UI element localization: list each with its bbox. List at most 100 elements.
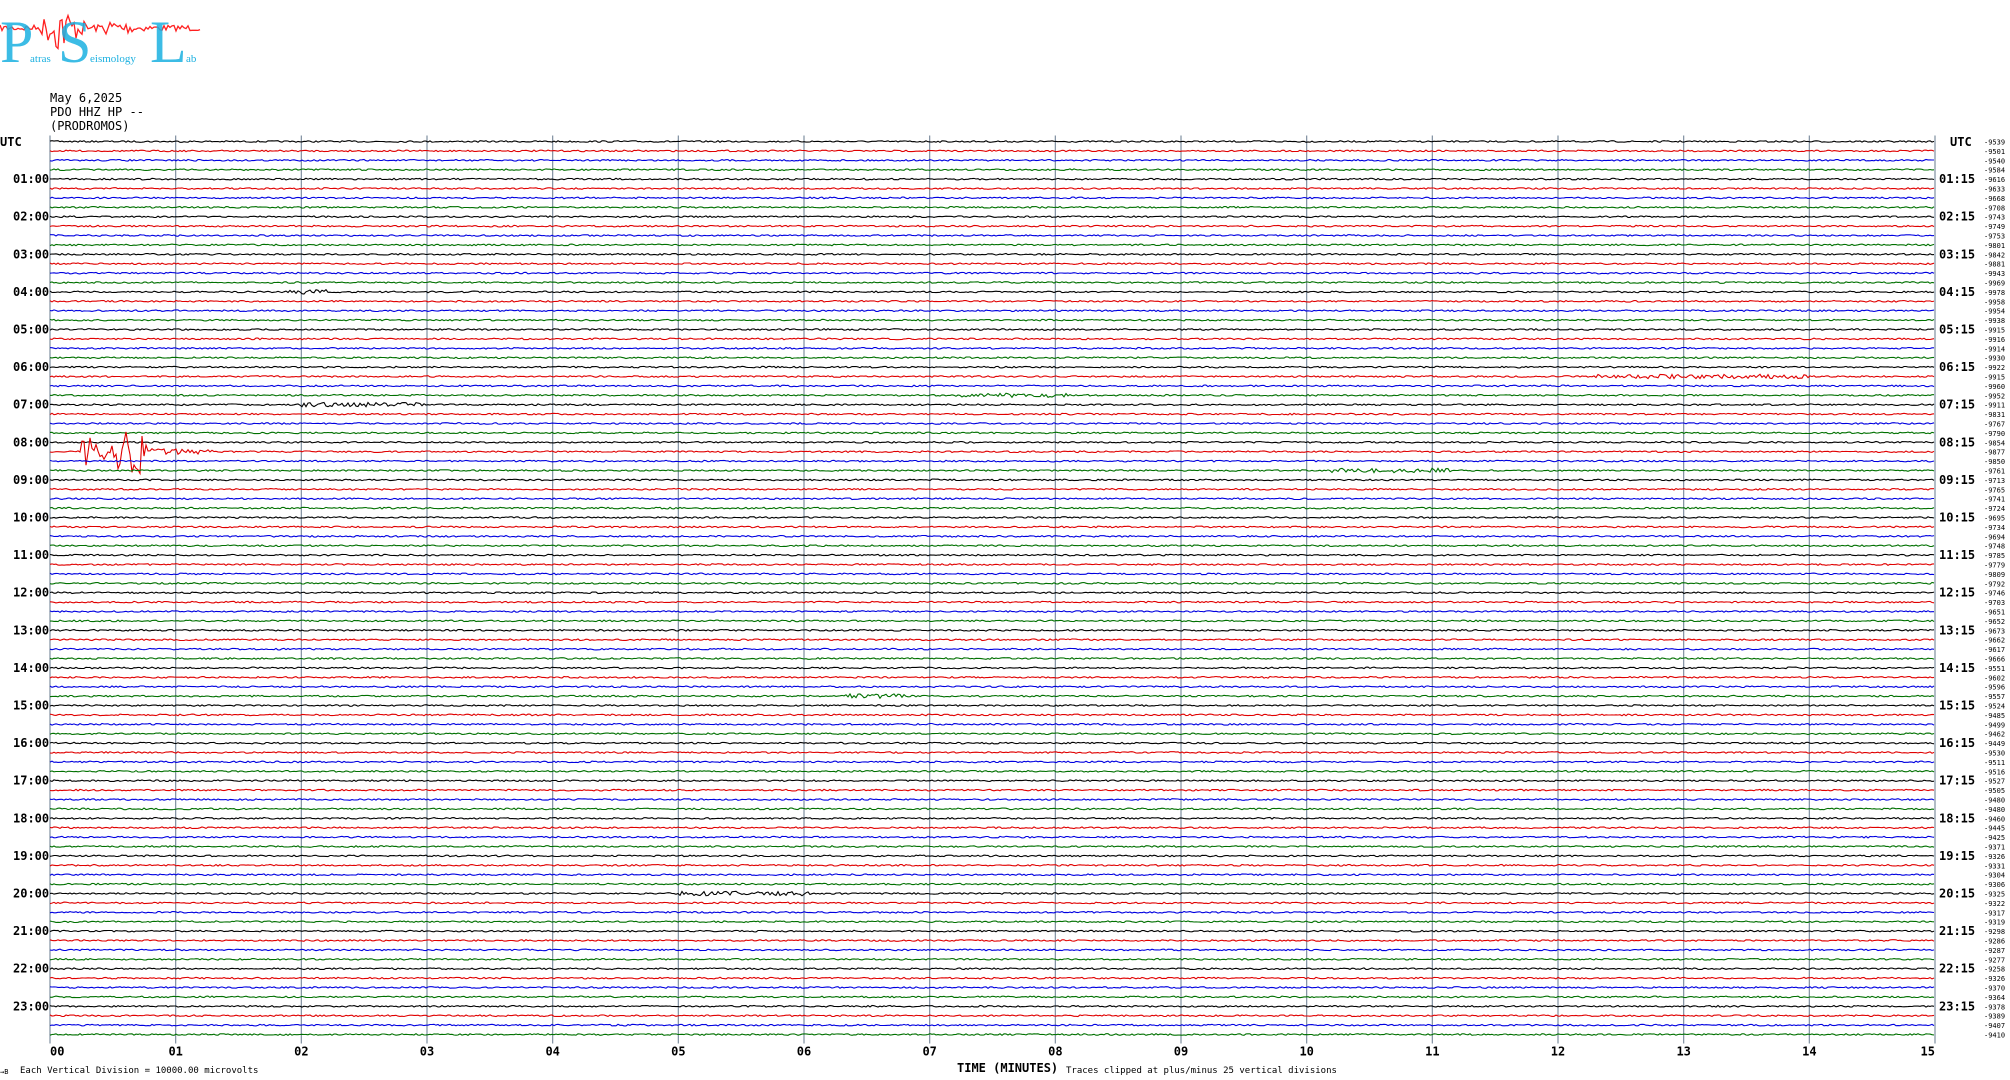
row-value-36: -9713 — [1984, 477, 2005, 485]
trace-row-28 — [49, 401, 1935, 408]
row-value-80: -9325 — [1984, 891, 2005, 899]
hour-label-right-10: 10:15 — [1939, 511, 1975, 525]
row-value-41: -9734 — [1984, 524, 2005, 532]
x-tick-06: 06 — [797, 1045, 811, 1059]
row-value-12: -9842 — [1984, 251, 2005, 259]
trace-row-3 — [49, 168, 1935, 172]
row-value-5: -9633 — [1984, 186, 2005, 194]
row-value-54: -9617 — [1984, 646, 2005, 654]
trace-row-89 — [49, 976, 1935, 980]
row-value-66: -9511 — [1984, 759, 2005, 767]
row-value-15: -9969 — [1984, 280, 2005, 288]
row-value-86: -9287 — [1984, 947, 2005, 955]
row-value-91: -9364 — [1984, 994, 2005, 1002]
row-value-33: -9877 — [1984, 449, 2005, 457]
row-value-55: -9666 — [1984, 656, 2005, 664]
row-value-89: -9326 — [1984, 975, 2005, 983]
trace-row-82 — [49, 910, 1935, 914]
hour-label-left-3: 03:00 — [13, 247, 49, 261]
trace-row-58 — [49, 685, 1935, 689]
trace-row-43 — [49, 544, 1935, 548]
row-value-77: -9331 — [1984, 862, 2005, 870]
trace-row-20 — [49, 328, 1935, 331]
hour-label-left-18: 18:00 — [13, 811, 49, 825]
trace-row-59 — [49, 692, 1935, 700]
hour-label-right-13: 13:15 — [1939, 623, 1975, 637]
trace-row-22 — [50, 346, 1934, 350]
row-value-78: -9304 — [1984, 872, 2005, 880]
hour-label-left-12: 12:00 — [13, 586, 49, 600]
division-note: Each Vertical Division = 10000.00 microv… — [20, 1066, 258, 1076]
row-value-74: -9425 — [1984, 834, 2005, 842]
row-value-23: -9930 — [1984, 355, 2005, 363]
trace-row-45 — [49, 563, 1935, 566]
row-value-71: -9480 — [1984, 806, 2005, 814]
footer-left-small: →B — [0, 1068, 8, 1076]
hour-label-right-4: 04:15 — [1939, 285, 1975, 299]
row-value-20: -9915 — [1984, 327, 2005, 335]
trace-row-25 — [49, 373, 1935, 380]
trace-row-29 — [49, 412, 1935, 416]
row-value-52: -9673 — [1984, 627, 2005, 635]
trace-row-10 — [50, 234, 1935, 237]
row-value-22: -9914 — [1984, 345, 2005, 353]
trace-row-30 — [49, 422, 1935, 425]
hour-label-right-3: 03:15 — [1939, 247, 1975, 261]
trace-row-77 — [49, 863, 1935, 867]
row-value-62: -9499 — [1984, 721, 2005, 729]
row-value-25: -9915 — [1984, 374, 2005, 382]
row-value-32: -9854 — [1984, 439, 2005, 447]
trace-row-16 — [49, 288, 1935, 295]
x-tick-01: 01 — [168, 1045, 182, 1059]
row-value-40: -9695 — [1984, 515, 2005, 523]
trace-row-21 — [49, 337, 1935, 341]
trace-row-50 — [49, 610, 1934, 613]
helicorder-chart: 01:00 02:00 03:00 04:00 05:00 06:00 07:00 08:00… — [0, 135, 2005, 1076]
row-value-69: -9505 — [1984, 787, 2005, 795]
trace-row-83 — [49, 920, 1935, 924]
row-value-82: -9317 — [1984, 909, 2005, 917]
trace-row-93 — [49, 1014, 1935, 1018]
row-value-3: -9584 — [1984, 167, 2005, 175]
trace-row-94 — [49, 1023, 1935, 1027]
hour-label-left-9: 09:00 — [13, 473, 49, 487]
trace-row-41 — [49, 525, 1935, 529]
axis-labels: 01:00 02:00 03:00 04:00 05:00 06:00 07:00 08:00… — [13, 139, 2005, 1059]
row-value-60: -9524 — [1984, 703, 2005, 711]
trace-row-92 — [49, 1004, 1935, 1008]
trace-row-90 — [49, 986, 1935, 989]
row-value-6: -9668 — [1984, 195, 2005, 203]
trace-row-5 — [49, 187, 1935, 190]
trace-row-68 — [49, 779, 1935, 783]
trace-row-67 — [49, 769, 1935, 773]
row-value-24: -9922 — [1984, 364, 2005, 372]
trace-row-6 — [49, 196, 1935, 200]
row-value-53: -9662 — [1984, 637, 2005, 645]
trace-row-35 — [49, 467, 1935, 474]
trace-row-62 — [49, 722, 1935, 726]
row-value-14: -9943 — [1984, 270, 2005, 278]
hour-label-right-11: 11:15 — [1939, 548, 1975, 562]
row-value-42: -9694 — [1984, 533, 2005, 541]
trace-row-46 — [49, 572, 1935, 576]
trace-row-85 — [49, 939, 1935, 942]
trace-row-36 — [49, 478, 1935, 482]
hour-label-left-14: 14:00 — [13, 661, 49, 675]
trace-row-56 — [49, 666, 1935, 670]
x-tick-03: 03 — [420, 1045, 434, 1059]
trace-row-18 — [49, 309, 1935, 313]
row-value-87: -9277 — [1984, 956, 2005, 964]
trace-row-0 — [49, 140, 1935, 143]
trace-row-15 — [49, 281, 1935, 284]
trace-row-88 — [49, 967, 1934, 971]
row-value-50: -9651 — [1984, 609, 2005, 617]
row-value-10: -9753 — [1984, 233, 2005, 241]
hour-label-left-6: 06:00 — [13, 360, 49, 374]
trace-row-8 — [49, 215, 1935, 219]
row-value-70: -9480 — [1984, 797, 2005, 805]
hour-label-left-10: 10:00 — [13, 511, 49, 525]
hour-label-left-2: 02:00 — [13, 210, 49, 224]
row-value-16: -9978 — [1984, 289, 2005, 297]
row-value-75: -9371 — [1984, 844, 2005, 852]
row-value-26: -9960 — [1984, 383, 2005, 391]
